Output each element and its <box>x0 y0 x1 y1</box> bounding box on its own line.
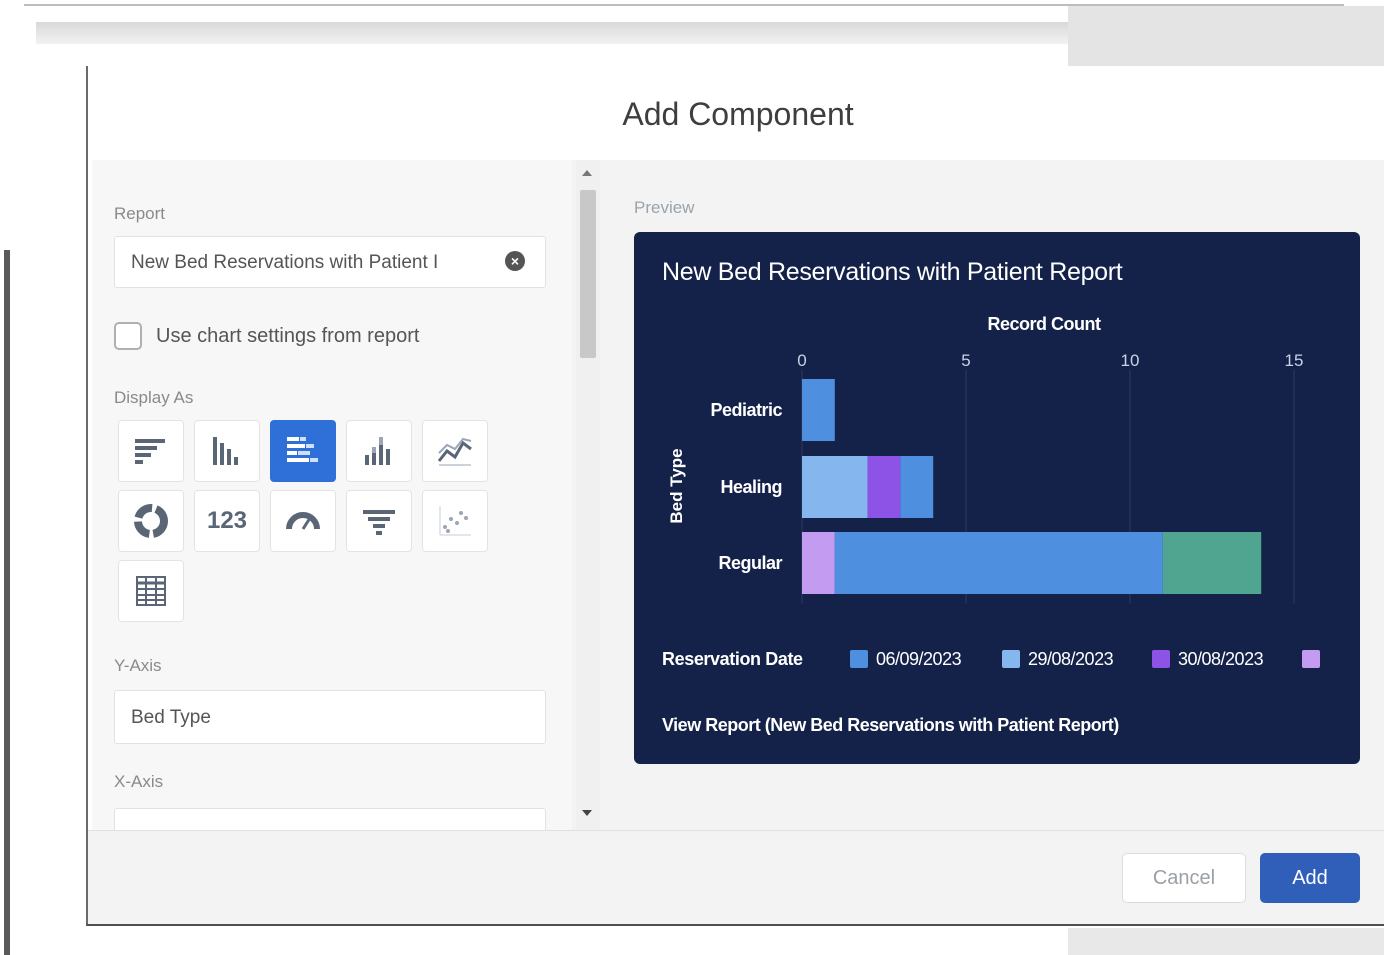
scatter-chart-icon <box>439 506 471 536</box>
vertical-bar-chart-option[interactable] <box>194 420 260 482</box>
background-panel-bottom <box>1068 928 1384 955</box>
stacked-vertical-bar-chart-option[interactable] <box>346 420 412 482</box>
x-axis-input[interactable] <box>114 808 546 830</box>
report-value: New Bed Reservations with Patient I <box>131 252 439 273</box>
scroll-up-arrow-icon[interactable] <box>582 170 592 176</box>
stacked-horizontal-bar-chart-option[interactable] <box>270 420 336 482</box>
use-chart-settings-label: Use chart settings from report <box>156 325 420 347</box>
settings-scrollbar[interactable] <box>576 160 600 830</box>
legend-title: Reservation Date <box>662 649 803 669</box>
line-chart-option[interactable] <box>422 420 488 482</box>
preview-card: New Bed Reservations with Patient Report… <box>634 232 1360 764</box>
bar-segment[interactable] <box>900 456 934 518</box>
legend-swatch <box>1002 650 1020 668</box>
legend-item[interactable]: 30/08/2023 <box>1152 649 1264 670</box>
x-axis-title: Record Count <box>988 314 1102 334</box>
funnel-chart-option[interactable] <box>346 490 412 552</box>
y-axis-input[interactable]: Bed Type <box>114 690 546 744</box>
legend-label: 29/08/2023 <box>1028 649 1114 669</box>
stacked-vertical-bar-chart-icon <box>365 437 390 465</box>
metric-icon: 123 <box>206 507 248 534</box>
modal-title: Add Component <box>622 96 854 132</box>
bar-segment[interactable] <box>802 456 868 518</box>
modal-footer: Cancel Add <box>88 830 1384 924</box>
gauge-option[interactable] <box>270 490 336 552</box>
bar-segment[interactable] <box>802 532 835 594</box>
metric-option[interactable]: 123 <box>194 490 260 552</box>
table-option[interactable] <box>118 560 184 622</box>
x-tick-label: 0 <box>797 351 806 370</box>
use-chart-settings-checkbox[interactable] <box>114 322 142 350</box>
legend-item[interactable]: 06/09/2023 <box>850 649 962 670</box>
legend-item[interactable] <box>1302 649 1328 670</box>
add-component-modal: Add Component Report New Bed Reservation… <box>86 66 1384 926</box>
legend-label: 06/09/2023 <box>876 649 962 669</box>
background-panel <box>1068 6 1384 66</box>
scroll-down-arrow-icon[interactable] <box>582 810 592 816</box>
preview-label: Preview <box>634 198 695 217</box>
horizontal-bar-chart-option[interactable] <box>118 420 184 482</box>
view-report-link[interactable]: View Report (New Bed Reservations with P… <box>662 715 1119 736</box>
y-axis-label: Y-Axis <box>114 656 162 675</box>
scatter-chart-option[interactable] <box>422 490 488 552</box>
donut-chart-icon <box>134 504 168 538</box>
stacked-horizontal-bar-chart-icon <box>287 437 318 462</box>
y-category-label: Regular <box>718 553 782 573</box>
report-label: Report <box>114 204 166 223</box>
clear-icon[interactable]: × <box>505 251 525 271</box>
x-tick-label: 10 <box>1121 351 1140 370</box>
line-chart-icon <box>437 437 472 466</box>
vertical-bar-chart-icon <box>213 437 238 465</box>
settings-panel: Report New Bed Reservations with Patient… <box>92 160 572 830</box>
y-axis-value: Bed Type <box>131 707 211 728</box>
report-input[interactable]: New Bed Reservations with Patient I × <box>114 236 546 288</box>
legend-swatch <box>850 650 868 668</box>
table-icon <box>136 576 166 606</box>
y-category-label: Healing <box>720 477 782 497</box>
x-tick-label: 15 <box>1285 351 1304 370</box>
bar-segment[interactable] <box>1162 532 1262 594</box>
scroll-thumb[interactable] <box>580 190 596 358</box>
background-toolbar <box>36 22 1070 44</box>
x-tick-label: 5 <box>961 351 970 370</box>
modal-body: Report New Bed Reservations with Patient… <box>92 160 1384 830</box>
y-axis-title: Bed Type <box>667 448 686 523</box>
cancel-button[interactable]: Cancel <box>1122 853 1246 903</box>
bar-chart: Record Count Bed Type 0 5 10 15 Pediatric He… <box>667 314 1304 604</box>
background-edge <box>4 250 10 955</box>
bar-segment[interactable] <box>834 532 1163 594</box>
legend-label: 30/08/2023 <box>1178 649 1264 669</box>
display-as-label: Display As <box>114 388 194 407</box>
donut-chart-option[interactable] <box>118 490 184 552</box>
legend-swatch <box>1302 650 1320 668</box>
x-axis-label: X-Axis <box>114 772 164 791</box>
add-button[interactable]: Add <box>1260 853 1360 903</box>
funnel-chart-icon <box>363 510 395 535</box>
bar-segment[interactable] <box>867 456 901 518</box>
legend-item[interactable]: 29/08/2023 <box>1002 649 1114 670</box>
legend-swatch <box>1152 650 1170 668</box>
y-category-label: Pediatric <box>710 400 782 420</box>
bar-segment[interactable] <box>802 379 835 441</box>
horizontal-bar-chart-icon <box>135 439 165 464</box>
gauge-icon <box>286 512 320 530</box>
